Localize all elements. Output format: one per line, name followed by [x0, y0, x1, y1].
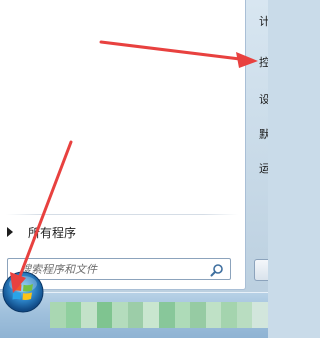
- taskbar-blurred-item[interactable]: [221, 302, 237, 328]
- start-menu-right-pane: 计 控 设 默 运: [246, 0, 268, 290]
- start-menu-left-pane: 所有程序: [0, 0, 246, 290]
- taskbar-blurred-item[interactable]: [252, 302, 268, 328]
- start-menu: 所有程序 计 控 设 默 运: [0, 0, 268, 292]
- taskbar-blurred-item[interactable]: [174, 302, 191, 328]
- search-icon[interactable]: [210, 263, 224, 277]
- right-item-run[interactable]: 运: [259, 160, 268, 176]
- taskbar-blurred-item[interactable]: [112, 302, 128, 328]
- shutdown-button[interactable]: [254, 259, 268, 281]
- right-item-control-panel[interactable]: 控: [259, 54, 268, 70]
- taskbar-blurred-item[interactable]: [50, 302, 66, 328]
- right-item-devices[interactable]: 设: [259, 91, 268, 107]
- taskbar-blurred-item[interactable]: [143, 302, 159, 328]
- arrow-right-icon: [7, 227, 13, 237]
- taskbar-blurred-item[interactable]: [65, 302, 82, 328]
- right-item-computer[interactable]: 计: [259, 13, 268, 29]
- taskbar-blurred-item[interactable]: [158, 302, 175, 328]
- taskbar-items: [50, 302, 268, 328]
- taskbar-blurred-item[interactable]: [190, 302, 206, 328]
- all-programs-label: 所有程序: [28, 225, 77, 240]
- taskbar-blurred-item[interactable]: [127, 302, 144, 328]
- right-item-default-programs[interactable]: 默: [259, 126, 268, 142]
- taskbar-blurred-item[interactable]: [236, 302, 253, 328]
- divider: [6, 214, 238, 215]
- taskbar-blurred-item[interactable]: [205, 302, 222, 328]
- start-button-windows-logo-icon[interactable]: [0, 269, 46, 315]
- taskbar-blurred-item[interactable]: [81, 302, 97, 328]
- taskbar-blurred-item[interactable]: [96, 302, 113, 328]
- all-programs-button[interactable]: 所有程序: [0, 220, 246, 244]
